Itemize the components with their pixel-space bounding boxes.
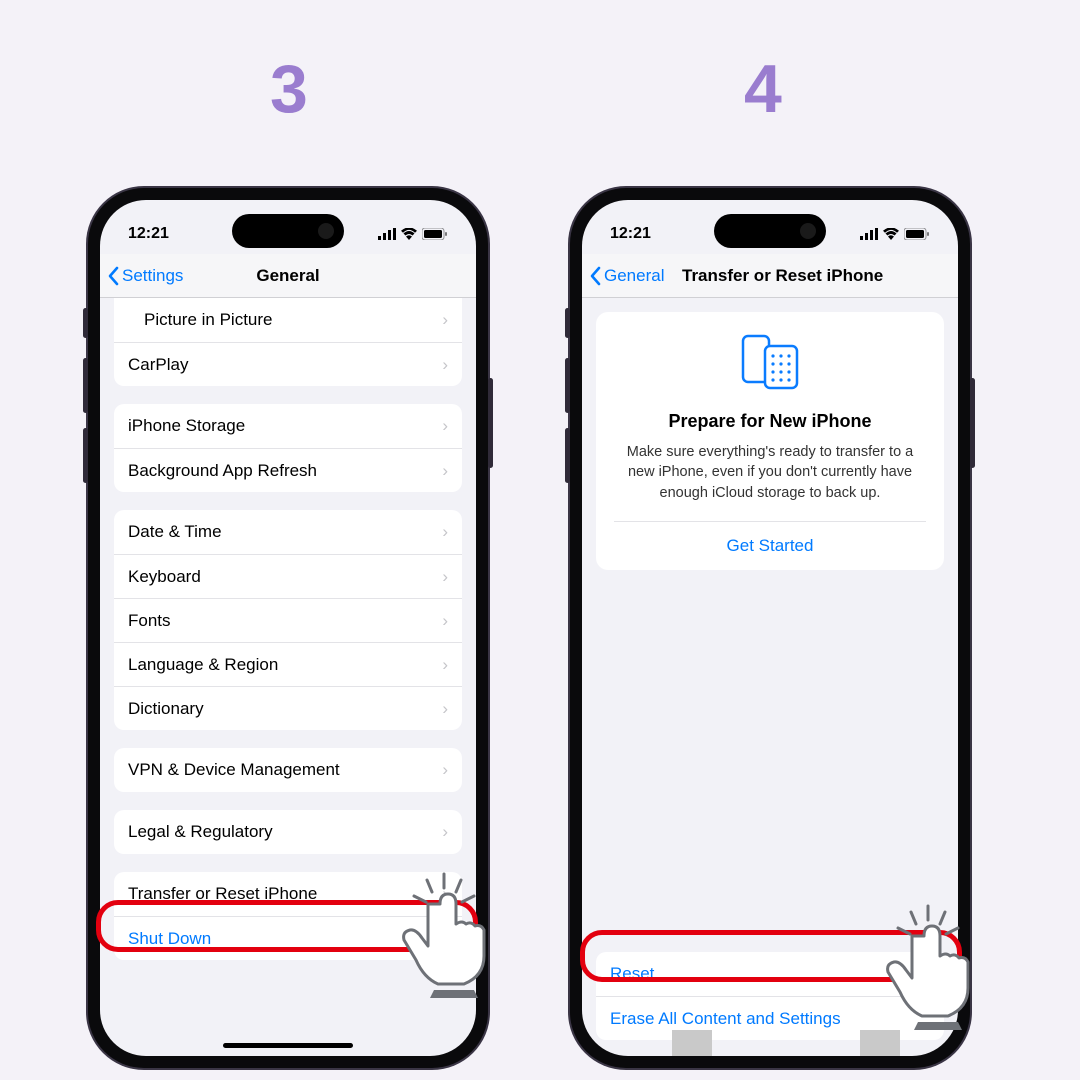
row-transfer-or-reset[interactable]: Transfer or Reset iPhone›: [114, 872, 462, 916]
chevron-right-icon: ›: [442, 611, 448, 631]
transfer-devices-icon: [735, 334, 805, 390]
phone-frame-step-3: 12:21 Settings General Picture in Pictur…: [88, 188, 488, 1068]
battery-icon: [904, 228, 930, 240]
home-indicator: [223, 1043, 353, 1048]
hero-body: Make sure everything's ready to transfer…: [614, 442, 926, 521]
chevron-right-icon: ›: [442, 760, 448, 780]
nav-bar: Settings General: [100, 254, 476, 298]
chevron-right-icon: ›: [442, 355, 448, 375]
status-time: 12:21: [128, 225, 169, 243]
dynamic-island: [714, 214, 826, 248]
back-label: Settings: [122, 266, 183, 286]
row-fonts[interactable]: Fonts›: [114, 598, 462, 642]
chevron-right-icon: ›: [442, 416, 448, 436]
chevron-right-icon: ›: [442, 884, 448, 904]
chevron-right-icon: ›: [442, 655, 448, 675]
chevron-right-icon: ›: [442, 310, 448, 330]
status-time: 12:21: [610, 225, 651, 243]
chevron-right-icon: ›: [442, 522, 448, 542]
dynamic-island: [232, 214, 344, 248]
decorative-square: [672, 1030, 712, 1056]
cellular-icon: [378, 228, 396, 240]
row-picture-in-picture[interactable]: Picture in Picture›: [114, 298, 462, 342]
row-shut-down[interactable]: Shut Down: [114, 916, 462, 960]
nav-bar: General Transfer or Reset iPhone: [582, 254, 958, 298]
row-language-region[interactable]: Language & Region›: [114, 642, 462, 686]
back-button[interactable]: General: [582, 266, 664, 286]
row-iphone-storage[interactable]: iPhone Storage›: [114, 404, 462, 448]
get-started-button[interactable]: Get Started: [614, 521, 926, 570]
chevron-left-icon: [588, 266, 602, 286]
row-reset[interactable]: Reset: [596, 952, 944, 996]
phone-screen-3: 12:21 Settings General Picture in Pictur…: [100, 200, 476, 1056]
row-vpn-device-management[interactable]: VPN & Device Management›: [114, 748, 462, 792]
step-number-3: 3: [270, 50, 308, 128]
row-dictionary[interactable]: Dictionary›: [114, 686, 462, 730]
wifi-icon: [883, 228, 899, 240]
chevron-right-icon: ›: [442, 699, 448, 719]
cellular-icon: [860, 228, 878, 240]
step-number-4: 4: [744, 50, 782, 128]
row-keyboard[interactable]: Keyboard›: [114, 554, 462, 598]
wifi-icon: [401, 228, 417, 240]
chevron-right-icon: ›: [442, 461, 448, 481]
row-date-time[interactable]: Date & Time›: [114, 510, 462, 554]
chevron-right-icon: ›: [442, 822, 448, 842]
decorative-square: [860, 1030, 900, 1056]
back-button[interactable]: Settings: [100, 266, 183, 286]
chevron-left-icon: [106, 266, 120, 286]
prepare-card: Prepare for New iPhone Make sure everyth…: [596, 312, 944, 570]
back-label: General: [604, 266, 664, 286]
row-carplay[interactable]: CarPlay›: [114, 342, 462, 386]
row-background-app-refresh[interactable]: Background App Refresh›: [114, 448, 462, 492]
row-legal-regulatory[interactable]: Legal & Regulatory›: [114, 810, 462, 854]
phone-frame-step-4: 12:21 General Transfer or Reset iPhone: [570, 188, 970, 1068]
hero-title: Prepare for New iPhone: [614, 411, 926, 432]
phone-screen-4: 12:21 General Transfer or Reset iPhone: [582, 200, 958, 1056]
chevron-right-icon: ›: [442, 567, 448, 587]
battery-icon: [422, 228, 448, 240]
